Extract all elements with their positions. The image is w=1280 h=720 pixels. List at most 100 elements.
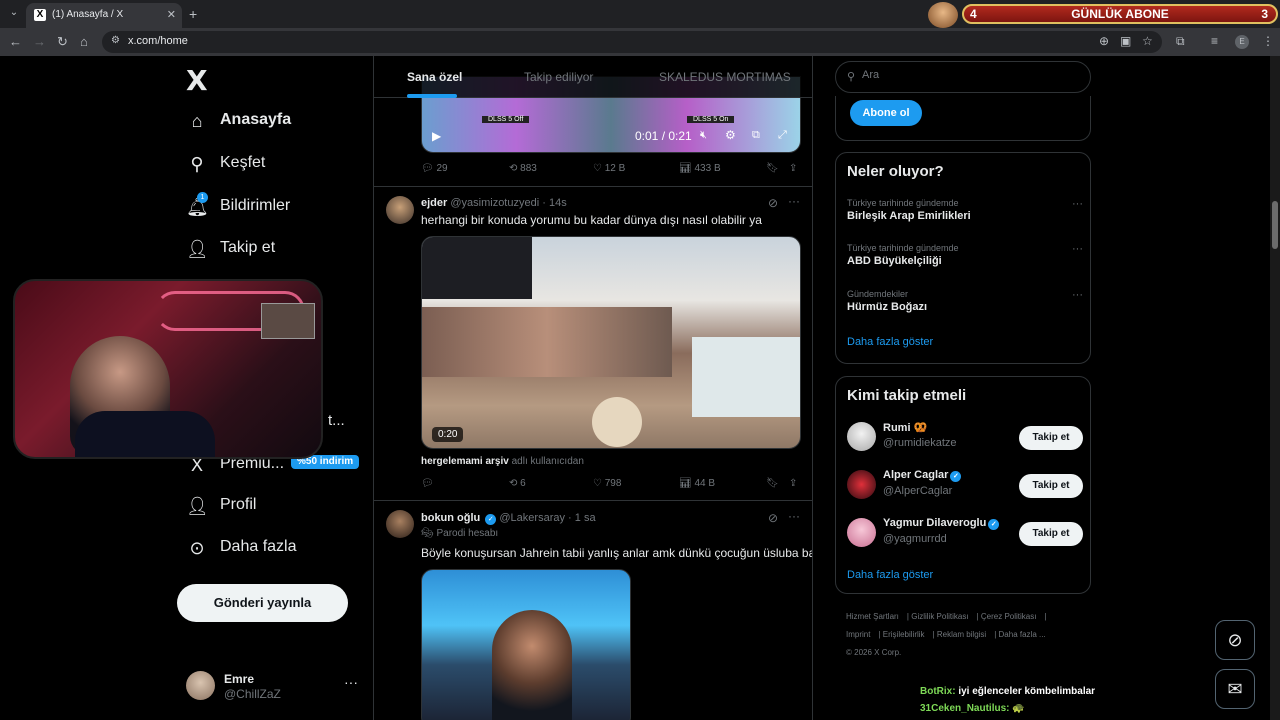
subscribe-button[interactable]: Abone ol — [850, 100, 922, 126]
footer-link[interactable]: Gizlilik Politikası — [911, 612, 968, 621]
trends-title: Neler oluyor? — [847, 163, 944, 180]
trend-name: Hürmüz Boğazı — [847, 301, 928, 313]
more-dots-icon[interactable]: ··· — [344, 674, 358, 690]
author-name[interactable]: bokun oğlu — [421, 512, 480, 524]
grok-float-icon[interactable]: ⊘ — [1215, 620, 1255, 660]
follow-suggestion[interactable]: Yagmur Dilaveroglu ✓ @yagmurrdd Takip et — [847, 516, 1083, 552]
tab-community[interactable]: SKALEDUS MORTIMAS — [659, 70, 791, 84]
tab-search-dropdown-icon[interactable]: ⌄ — [6, 5, 22, 21]
follow-button[interactable]: Takip et — [1019, 474, 1083, 498]
tab-following[interactable]: Takip ediliyor — [524, 70, 593, 84]
fullscreen-icon[interactable]: ⤢ — [778, 129, 787, 142]
bookmark-star-icon[interactable]: ☆ — [1142, 34, 1153, 48]
views-button[interactable]: 📊︎ 44 B — [679, 478, 715, 489]
menu-kebab-icon[interactable]: ⋮ — [1262, 34, 1274, 48]
footer-link[interactable]: Hizmet Şartları — [846, 612, 899, 621]
post-time[interactable]: 1 sa — [575, 512, 596, 524]
pip-icon[interactable]: ⧉ — [752, 129, 760, 142]
trend-item[interactable]: Türkiye tarihinde gündemde ABD Büyükelçi… — [847, 243, 1083, 277]
settings-icon[interactable]: ⚙ — [725, 128, 736, 142]
back-icon[interactable]: ← — [9, 34, 22, 49]
more-dots-icon[interactable]: ··· — [788, 509, 800, 523]
avatar — [186, 671, 215, 700]
footer-link[interactable]: Erişilebilirlik — [883, 630, 925, 639]
author-handle[interactable]: @yasimizotuzyedi — [450, 197, 539, 209]
home-browser-icon[interactable]: ⌂ — [80, 34, 88, 49]
follow-button[interactable]: Takip et — [1019, 522, 1083, 546]
reply-button[interactable]: 💬︎ 29 — [421, 163, 448, 174]
post-header: ejder @yasimizotuzyedi · 14s — [421, 197, 567, 209]
share-icon[interactable]: ⇪ — [789, 478, 797, 489]
search-box[interactable]: ⚲ — [835, 61, 1091, 93]
share-icon[interactable]: ⇪ — [789, 163, 797, 174]
overlay-mascot-icon — [928, 2, 958, 28]
video-player[interactable] — [421, 569, 631, 720]
scrollbar-thumb[interactable] — [1272, 201, 1278, 249]
scrollbar[interactable] — [1270, 56, 1280, 720]
author-handle[interactable]: @Lakersaray — [499, 512, 565, 524]
follow-suggestion[interactable]: Rumi 🥨 @rumidiekatze Takip et — [847, 420, 1083, 456]
reload-icon[interactable]: ↻ — [57, 34, 68, 50]
search-input[interactable] — [862, 69, 1082, 81]
follow-suggestion[interactable]: Alper Caglar ✓ @AlperCaglar Takip et — [847, 468, 1083, 504]
reading-list-icon[interactable]: ≡ — [1211, 34, 1218, 48]
account-switcher[interactable]: Emre @ChillZaZ ··· — [186, 668, 366, 708]
messages-float-icon[interactable]: ✉ — [1215, 669, 1255, 709]
video-player[interactable]: 0:20 — [421, 236, 801, 449]
extensions-icon[interactable]: ⧉ — [1176, 34, 1185, 49]
repost-button[interactable]: ⟲ 883 — [509, 163, 537, 174]
trend-item[interactable]: Türkiye tarihinde gündemde Birleşik Arap… — [847, 198, 1083, 232]
footer-link[interactable]: Çerez Politikası — [981, 612, 1037, 621]
author-name[interactable]: ejder — [421, 197, 447, 209]
avatar[interactable] — [386, 196, 414, 224]
trend-context: Gündemdekiler — [847, 289, 909, 299]
footer-link[interactable]: Daha fazla ... — [999, 630, 1046, 639]
chat-user: BotRix: — [920, 686, 956, 697]
zoom-icon[interactable]: ⊕ — [1099, 34, 1109, 48]
trend-item[interactable]: Gündemdekiler Hürmüz Boğazı ··· — [847, 289, 1083, 323]
profile-avatar-icon[interactable]: E — [1235, 35, 1249, 49]
site-info-icon[interactable]: ⚙ — [111, 35, 120, 46]
bookmark-icon[interactable]: 🔖︎ — [766, 478, 779, 489]
browser-tab[interactable]: X (1) Anasayfa / X ✕ — [26, 3, 182, 28]
video-inset — [422, 237, 532, 299]
new-tab-icon[interactable]: + — [189, 6, 197, 22]
overlay-right-count: 3 — [1261, 7, 1268, 21]
post-button[interactable]: Gönderi yayınla — [177, 584, 348, 622]
address-bar[interactable]: ⚙ x.com/home — [102, 31, 1162, 53]
install-icon[interactable]: ▣ — [1120, 34, 1131, 48]
forward-icon[interactable]: → — [33, 34, 46, 49]
bookmark-icon[interactable]: 🔖︎ — [766, 163, 779, 174]
reply-button[interactable]: 💬︎ — [421, 478, 434, 489]
more-dots-icon[interactable]: ··· — [1072, 198, 1083, 210]
video-attribution[interactable]: hergelemami arşiv adlı kullanıcıdan — [421, 456, 584, 467]
repost-button[interactable]: ⟲ 6 — [509, 478, 526, 489]
more-dots-icon[interactable]: ··· — [1072, 289, 1083, 301]
play-icon[interactable]: ▶ — [432, 129, 441, 143]
mute-icon[interactable]: 🔇︎ — [700, 129, 707, 142]
footer-link[interactable]: Imprint — [846, 630, 870, 639]
like-button[interactable]: ♡ 798 — [593, 478, 621, 489]
more-dots-icon[interactable]: ··· — [788, 194, 800, 208]
tab-close-icon[interactable]: ✕ — [167, 8, 176, 21]
more-dots-icon[interactable]: ··· — [1072, 243, 1083, 255]
grok-icon[interactable]: ⊘ — [768, 196, 778, 210]
video-time: 0:01 / 0:21 — [635, 129, 692, 143]
grok-icon[interactable]: ⊘ — [768, 511, 778, 525]
parody-text: Parodi hesabı — [436, 528, 499, 539]
x-logo-icon[interactable]: X — [186, 64, 208, 97]
notification-badge: 1 — [197, 192, 208, 203]
avatar[interactable] — [386, 510, 414, 538]
attribution-name[interactable]: hergelemami arşiv — [421, 456, 509, 467]
views-button[interactable]: 📊︎ 433 B — [679, 163, 721, 174]
like-button[interactable]: ♡ 12 B — [593, 163, 625, 174]
show-more-suggestions-link[interactable]: Daha fazla göster — [847, 569, 933, 581]
footer-link[interactable]: Reklam bilgisi — [937, 630, 986, 639]
video-label-left: DLSS 5 Off — [482, 116, 530, 123]
show-more-trends-link[interactable]: Daha fazla göster — [847, 336, 933, 348]
follow-button[interactable]: Takip et — [1019, 426, 1083, 450]
tab-for-you[interactable]: Sana özel — [407, 70, 462, 84]
person-icon: 👤︎ — [186, 496, 209, 516]
post-time[interactable]: 14s — [549, 197, 567, 209]
video-person — [592, 397, 642, 447]
